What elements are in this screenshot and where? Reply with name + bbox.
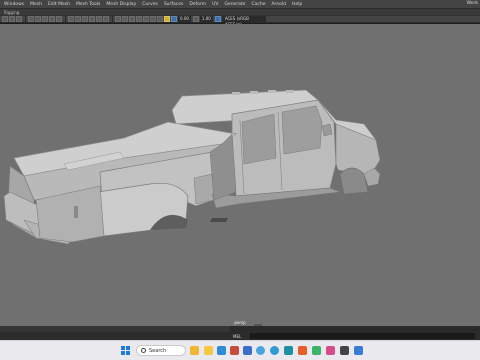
- xray-joints-icon[interactable]: [122, 16, 128, 22]
- edge-icon[interactable]: [217, 346, 226, 355]
- motion-blur-icon[interactable]: [143, 16, 149, 22]
- menu-deform[interactable]: Deform: [189, 2, 206, 7]
- photos-icon[interactable]: [243, 346, 252, 355]
- gate-mask-icon[interactable]: [49, 16, 55, 22]
- smooth-shade-icon[interactable]: [75, 16, 81, 22]
- store-icon[interactable]: [230, 346, 239, 355]
- command-input[interactable]: [250, 333, 475, 339]
- camera-label: persp: [234, 320, 246, 325]
- field-chart-icon[interactable]: [56, 16, 62, 22]
- firefox-icon[interactable]: [270, 346, 279, 355]
- menu-generate[interactable]: Generate: [224, 2, 245, 7]
- bookmark-icon[interactable]: [16, 16, 22, 22]
- windows-start-icon[interactable]: [121, 346, 130, 355]
- xray-icon[interactable]: [115, 16, 121, 22]
- maya-icon[interactable]: [284, 346, 293, 355]
- depth-of-field-icon[interactable]: [157, 16, 163, 22]
- menu-mesh-display[interactable]: Mesh Display: [106, 2, 136, 7]
- menu-help[interactable]: Help: [292, 2, 302, 7]
- lights-icon[interactable]: [96, 16, 102, 22]
- select-camera-icon[interactable]: [2, 16, 8, 22]
- instagram-icon[interactable]: [312, 346, 321, 355]
- search-icon: [141, 348, 146, 353]
- toolbar-divider: [25, 16, 26, 22]
- toolbar-divider: [65, 16, 66, 22]
- menu-bar: Windows Mesh Edit Mesh Mesh Tools Mesh D…: [0, 0, 480, 8]
- viewport-3d[interactable]: persp: [0, 24, 480, 326]
- menu-mesh[interactable]: Mesh: [30, 2, 42, 7]
- exposure-field[interactable]: 0.00: [178, 16, 191, 22]
- menu-arnold[interactable]: Arnold: [271, 2, 286, 7]
- chrome-icon[interactable]: [256, 346, 265, 355]
- terminal-icon[interactable]: [340, 346, 349, 355]
- truck-model: [3, 89, 381, 326]
- command-line: MEL: [0, 332, 480, 340]
- weather-icon[interactable]: [190, 346, 199, 355]
- search-placeholder: Search: [149, 347, 167, 354]
- menu-cache[interactable]: Cache: [251, 2, 265, 7]
- wireframe-icon[interactable]: [68, 16, 74, 22]
- backface-culling-icon[interactable]: [129, 16, 135, 22]
- color-space-dropdown[interactable]: ACES (sRGB ACEScg): [221, 16, 266, 27]
- shelf-tabs: Rigging: [0, 8, 480, 15]
- anti-aliasing-icon[interactable]: [150, 16, 156, 22]
- ambient-occlusion-icon[interactable]: [136, 16, 142, 22]
- gamma-icon[interactable]: [192, 16, 199, 22]
- menu-edit-mesh[interactable]: Edit Mesh: [48, 2, 70, 7]
- gamma-field[interactable]: 1.00: [199, 16, 213, 22]
- taskbar-search[interactable]: Search: [136, 345, 186, 356]
- color-management-icon[interactable]: [214, 16, 221, 22]
- film-gate-icon[interactable]: [35, 16, 41, 22]
- wireframe-on-shaded-icon[interactable]: [82, 16, 88, 22]
- isolate-select-icon[interactable]: [164, 16, 170, 22]
- paint-icon[interactable]: [326, 346, 335, 355]
- toolbar-divider: [112, 16, 113, 22]
- file-explorer-icon[interactable]: [204, 346, 213, 355]
- shelf-tab-rigging[interactable]: Rigging: [4, 10, 19, 15]
- windows-taskbar: Search: [0, 340, 480, 360]
- viewport-toolbar: 0.00 1.00 ACES (sRGB ACEScg): [0, 15, 480, 27]
- shadows-icon[interactable]: [103, 16, 109, 22]
- mel-label[interactable]: MEL: [233, 334, 247, 339]
- workspace-label[interactable]: Work: [467, 1, 478, 6]
- mail-icon[interactable]: [354, 346, 363, 355]
- camera-attributes-icon[interactable]: [9, 16, 15, 22]
- grid-icon[interactable]: [28, 16, 34, 22]
- resolution-gate-icon[interactable]: [42, 16, 48, 22]
- menu-windows[interactable]: Windows: [4, 2, 24, 7]
- exposure-icon[interactable]: [171, 16, 177, 22]
- menu-uv[interactable]: UV: [212, 2, 218, 7]
- menu-surfaces[interactable]: Surfaces: [164, 2, 184, 7]
- menu-curves[interactable]: Curves: [142, 2, 158, 7]
- menu-mesh-tools[interactable]: Mesh Tools: [76, 2, 100, 7]
- textured-icon[interactable]: [89, 16, 95, 22]
- settings-icon[interactable]: [298, 346, 307, 355]
